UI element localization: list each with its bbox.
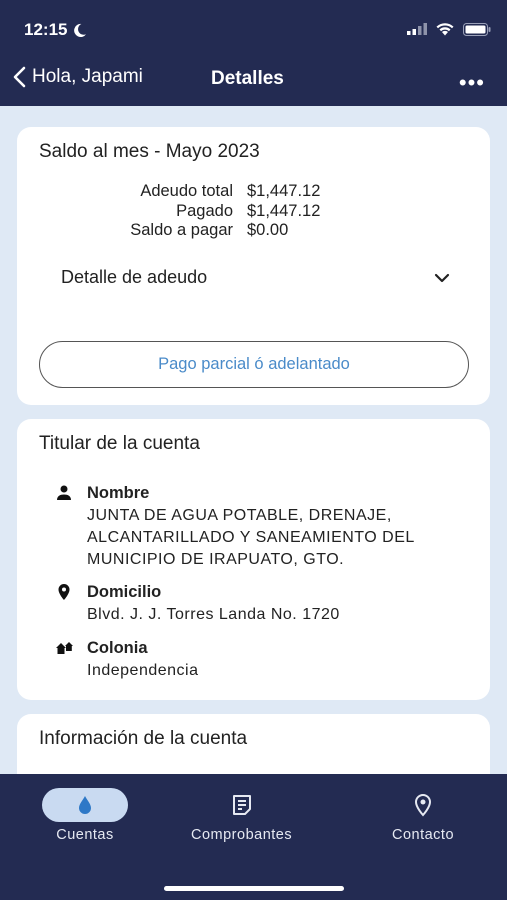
- colonia-field: Colonia Independencia: [55, 637, 475, 682]
- nombre-label: Nombre: [87, 483, 150, 502]
- battery-icon: [463, 22, 491, 36]
- account-holder-title: Titular de la cuenta: [39, 433, 200, 454]
- chevron-down-icon: [434, 273, 450, 282]
- saldo-card: Saldo al mes - Mayo 2023 Adeudo total $1…: [17, 127, 490, 405]
- detalle-adeudo-toggle[interactable]: Detalle de adeudo: [61, 267, 451, 288]
- tab-cuentas-label: Cuentas: [56, 827, 114, 843]
- total-label: Adeudo total: [140, 182, 233, 201]
- neighborhood-icon: [56, 642, 73, 654]
- person-icon: [57, 485, 71, 500]
- paid-row: Pagado $1,447.12: [17, 202, 490, 222]
- chevron-left-icon: [13, 66, 26, 88]
- nombre-value: JUNTA DE AGUA POTABLE, DRENAJE, ALCANTAR…: [87, 507, 415, 568]
- balance-value: $0.00: [247, 221, 289, 240]
- status-time-text: 12:15: [24, 20, 68, 39]
- tab-contacto[interactable]: Contacto: [380, 788, 466, 843]
- balance-row: Saldo a pagar $0.00: [17, 221, 490, 241]
- location-pin-icon: [414, 793, 432, 817]
- balance-label: Saldo a pagar: [130, 221, 233, 240]
- status-icons: [407, 22, 491, 36]
- home-indicator: [164, 886, 344, 891]
- total-value: $1,447.12: [247, 182, 321, 201]
- total-row: Adeudo total $1,447.12: [17, 182, 490, 202]
- tab-cuentas[interactable]: Cuentas: [42, 788, 128, 843]
- account-info-title: Información de la cuenta: [39, 728, 248, 749]
- domicilio-value: Blvd. J. J. Torres Landa No. 1720: [87, 606, 340, 623]
- tab-cuentas-pill: [42, 788, 128, 822]
- account-holder-card: Titular de la cuenta Nombre JUNTA DE AGU…: [17, 419, 490, 700]
- top-app-bar: 12:15 Hola, Japami Detalles •••: [0, 0, 507, 106]
- signal-icon: [407, 23, 427, 35]
- receipt-icon: [232, 795, 251, 815]
- location-pin-icon: [58, 584, 70, 600]
- detalle-adeudo-label: Detalle de adeudo: [61, 267, 208, 287]
- page-title: Detalles: [211, 68, 284, 89]
- water-drop-icon: [79, 796, 91, 814]
- back-button[interactable]: Hola, Japami: [12, 66, 143, 88]
- moon-icon: [74, 23, 87, 37]
- saldo-card-title: Saldo al mes - Mayo 2023: [39, 141, 260, 162]
- back-label: Hola, Japami: [32, 66, 143, 87]
- scroll-content[interactable]: Saldo al mes - Mayo 2023 Adeudo total $1…: [0, 106, 507, 774]
- account-info-card: Información de la cuenta: [17, 714, 490, 774]
- tab-comprobantes-pill: [199, 788, 285, 822]
- tab-contacto-label: Contacto: [391, 827, 455, 843]
- bottom-tab-bar: Cuentas Comprobantes Contacto: [0, 774, 507, 900]
- paid-label: Pagado: [176, 201, 233, 220]
- totals-list: Adeudo total $1,447.12 Pagado $1,447.12 …: [17, 182, 490, 241]
- status-time: 12:15: [24, 20, 87, 40]
- tab-comprobantes[interactable]: Comprobantes: [191, 788, 292, 843]
- partial-payment-button[interactable]: Pago parcial ó adelantado: [39, 341, 469, 388]
- domicilio-label: Domicilio: [87, 582, 162, 601]
- colonia-label: Colonia: [87, 638, 148, 657]
- nombre-field: Nombre JUNTA DE AGUA POTABLE, DRENAJE, A…: [55, 482, 475, 571]
- more-options-button[interactable]: •••: [459, 70, 485, 96]
- wifi-icon: [436, 23, 454, 36]
- paid-value: $1,447.12: [247, 201, 321, 220]
- tab-contacto-pill: [380, 788, 466, 822]
- colonia-value: Independencia: [87, 662, 199, 679]
- tab-comprobantes-label: Comprobantes: [191, 827, 293, 843]
- domicilio-field: Domicilio Blvd. J. J. Torres Landa No. 1…: [55, 581, 475, 626]
